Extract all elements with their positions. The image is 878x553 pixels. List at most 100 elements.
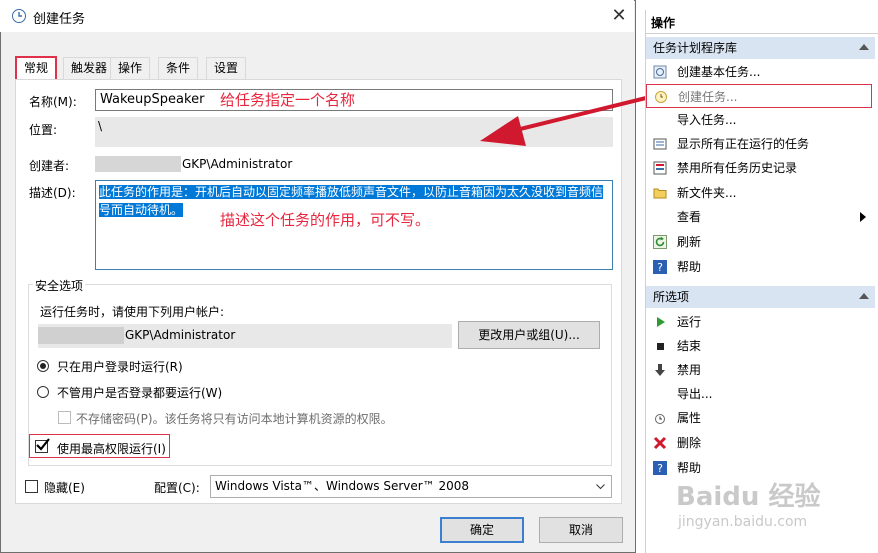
- help-icon: ?: [653, 260, 667, 274]
- location-value: \: [98, 119, 103, 133]
- action-label: 新文件夹...: [677, 186, 737, 200]
- disable-icon: [655, 364, 665, 376]
- config-value: Windows Vista™、Windows Server™ 2008: [215, 479, 470, 493]
- action-label: 导入任务...: [677, 113, 737, 127]
- dialog-titlebar: 创建任务 ✕: [0, 0, 634, 32]
- action-export[interactable]: 导出...: [646, 382, 872, 406]
- folder-icon: [653, 188, 667, 199]
- no-store-password-label: 不存储密码(P)。该任务将只有访问本地计算机资源的权限。: [76, 412, 393, 426]
- name-value: WakeupSpeaker: [100, 92, 205, 107]
- tab-conditions[interactable]: 条件: [158, 57, 199, 79]
- running-tasks-icon: [653, 138, 667, 150]
- library-section-header[interactable]: 任务计划程序库: [646, 37, 875, 59]
- action-create-basic-task[interactable]: 创建基本任务...: [646, 60, 872, 84]
- action-delete[interactable]: 删除: [646, 431, 872, 455]
- radio-any-user-label: 不管用户是否登录都要运行(W): [57, 386, 223, 400]
- action-help[interactable]: ? 帮助: [646, 255, 872, 279]
- config-label: 配置(C):: [154, 481, 200, 495]
- action-refresh[interactable]: 刷新: [646, 230, 872, 254]
- annotation-arrow-icon: [480, 95, 651, 146]
- collapse-icon: [859, 44, 869, 50]
- cancel-button[interactable]: 取消: [539, 517, 623, 543]
- action-new-folder[interactable]: 新文件夹...: [646, 181, 872, 205]
- account-value: GKP\Administrator: [125, 328, 236, 342]
- selected-section-header[interactable]: 所选项: [646, 286, 875, 308]
- author-value: GKP\Administrator: [182, 157, 293, 171]
- action-label: 帮助: [677, 260, 702, 274]
- watermark-main: Baidu 经验: [676, 482, 821, 512]
- action-label: 创建任务...: [678, 90, 738, 104]
- config-select[interactable]: Windows Vista™、Windows Server™ 2008: [210, 475, 612, 498]
- stop-icon: [657, 343, 664, 350]
- action-label: 禁用所有任务历史记录: [677, 161, 798, 175]
- svg-text:?: ?: [657, 462, 663, 475]
- ok-button[interactable]: 确定: [440, 517, 524, 543]
- hidden-checkbox[interactable]: [25, 480, 38, 493]
- security-options-title: 安全选项: [33, 277, 86, 294]
- highest-privileges-checkbox[interactable]: [35, 438, 50, 453]
- radio-logged-on[interactable]: [37, 360, 49, 372]
- change-user-button[interactable]: 更改用户或组(U)...: [458, 321, 600, 349]
- refresh-icon: [653, 235, 667, 249]
- export-icon: [653, 387, 667, 401]
- dialog-title: 创建任务: [33, 12, 86, 27]
- action-create-task[interactable]: 创建任务...: [646, 84, 872, 108]
- action-label: 查看: [677, 210, 702, 224]
- location-label: 位置:: [29, 123, 58, 137]
- tab-actions[interactable]: 操作: [110, 57, 151, 79]
- action-label: 结束: [677, 339, 702, 353]
- description-annotation: 描述这个任务的作用，可不写。: [220, 211, 431, 229]
- chevron-right-icon: [860, 212, 866, 222]
- collapse-icon: [859, 293, 869, 299]
- action-show-running[interactable]: 显示所有正在运行的任务: [646, 132, 872, 156]
- action-end[interactable]: 结束: [646, 334, 872, 358]
- svg-text:?: ?: [657, 261, 663, 274]
- action-label: 禁用: [677, 363, 702, 377]
- action-label: 导出...: [677, 387, 713, 401]
- tab-settings[interactable]: 设置: [206, 57, 247, 79]
- no-store-password-checkbox[interactable]: [58, 411, 71, 424]
- chevron-down-icon: [596, 484, 605, 490]
- action-label: 属性: [677, 411, 702, 425]
- name-label: 名称(M):: [29, 95, 77, 109]
- action-label: 显示所有正在运行的任务: [677, 137, 810, 151]
- action-label: 运行: [677, 315, 702, 329]
- radio-any-user[interactable]: [37, 386, 49, 398]
- action-view[interactable]: 查看: [646, 205, 872, 229]
- history-icon: [653, 161, 667, 175]
- action-properties[interactable]: 属性: [646, 406, 872, 430]
- tab-general[interactable]: 常规: [15, 56, 58, 80]
- close-icon[interactable]: ✕: [606, 4, 632, 28]
- run-icon: [657, 317, 665, 327]
- description-label: 描述(D):: [29, 186, 76, 200]
- highest-privileges-label: 使用最高权限运行(I): [57, 442, 166, 456]
- properties-icon: [655, 414, 665, 424]
- action-run[interactable]: 运行: [646, 310, 872, 334]
- action-import-task[interactable]: 导入任务...: [646, 108, 872, 132]
- action-disable[interactable]: 禁用: [646, 358, 872, 382]
- library-section-label: 任务计划程序库: [653, 41, 738, 55]
- account-redaction: [38, 327, 124, 344]
- radio-logged-on-label: 只在用户登录时运行(R): [57, 360, 183, 374]
- author-redaction: [95, 156, 181, 172]
- baidu-watermark: Baidu 经验 jingyan.baidu.com: [676, 462, 846, 540]
- action-label: 刷新: [677, 235, 702, 249]
- task-icon: [655, 91, 667, 103]
- watermark-url: jingyan.baidu.com: [678, 514, 808, 530]
- run-as-prompt: 运行任务时，请使用下列用户帐户:: [40, 305, 225, 319]
- checkmark-icon: [36, 438, 50, 451]
- action-label: 删除: [677, 436, 702, 450]
- help-icon: ?: [653, 461, 667, 475]
- wizard-icon: [653, 65, 667, 79]
- name-annotation: 给任务指定一个名称: [220, 91, 356, 109]
- action-disable-history[interactable]: 禁用所有任务历史记录: [646, 156, 872, 180]
- actions-pane-header: 操作: [645, 12, 878, 34]
- tab-triggers[interactable]: 触发器: [63, 57, 116, 79]
- hidden-label: 隐藏(E): [44, 481, 85, 495]
- clock-icon: [12, 9, 26, 23]
- delete-icon: [653, 436, 667, 450]
- import-icon: [653, 113, 667, 127]
- action-label: 创建基本任务...: [677, 65, 761, 79]
- author-label: 创建者:: [29, 159, 70, 173]
- view-icon: [653, 210, 667, 224]
